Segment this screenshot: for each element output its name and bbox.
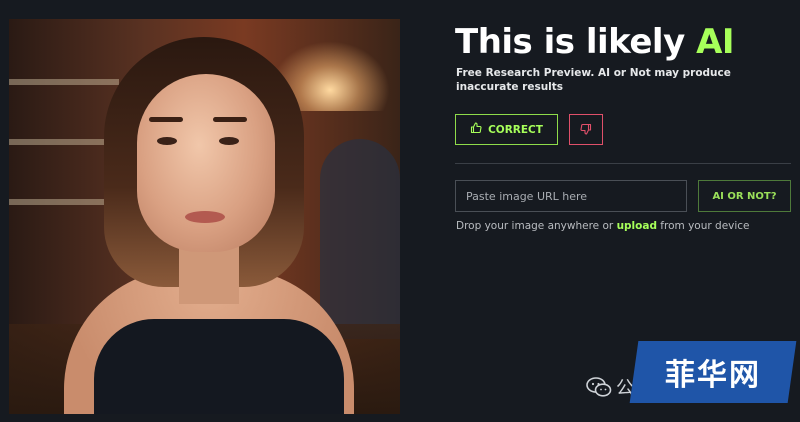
correct-button[interactable]: CORRECT [455,114,558,145]
wechat-icon [586,377,612,397]
background-shelf [9,139,119,145]
uploaded-image [9,19,400,414]
watermark-badge: 菲华网 [629,341,797,403]
correct-button-label: CORRECT [488,123,543,136]
ai-or-not-button[interactable]: AI OR NOT? [698,180,791,212]
face [137,74,275,252]
drop-text-suffix: from your device [656,220,750,232]
disclaimer-text: Free Research Preview. AI or Not may pro… [456,67,731,93]
background-shelf [9,199,119,205]
result-title-prefix: This is likely [455,22,697,62]
lips [185,211,225,223]
thumbs-down-icon [580,120,592,139]
upload-link[interactable]: upload [617,220,657,232]
eyebrow [213,117,247,122]
background-shelf [9,79,119,85]
eye [219,137,239,145]
eye [157,137,177,145]
drop-instructions: Drop your image anywhere or upload from … [456,220,750,232]
background-person [320,139,400,339]
thumbs-up-icon [470,122,482,137]
eyebrow [149,117,183,122]
drop-text-prefix: Drop your image anywhere or [456,220,617,232]
watermark-text: 菲华网 [665,358,761,393]
dress [94,319,344,414]
result-verdict: AI [696,22,735,62]
wrong-button[interactable] [569,114,603,145]
image-url-input[interactable] [455,180,687,212]
result-title: This is likely AI [455,22,735,62]
divider [455,163,791,164]
